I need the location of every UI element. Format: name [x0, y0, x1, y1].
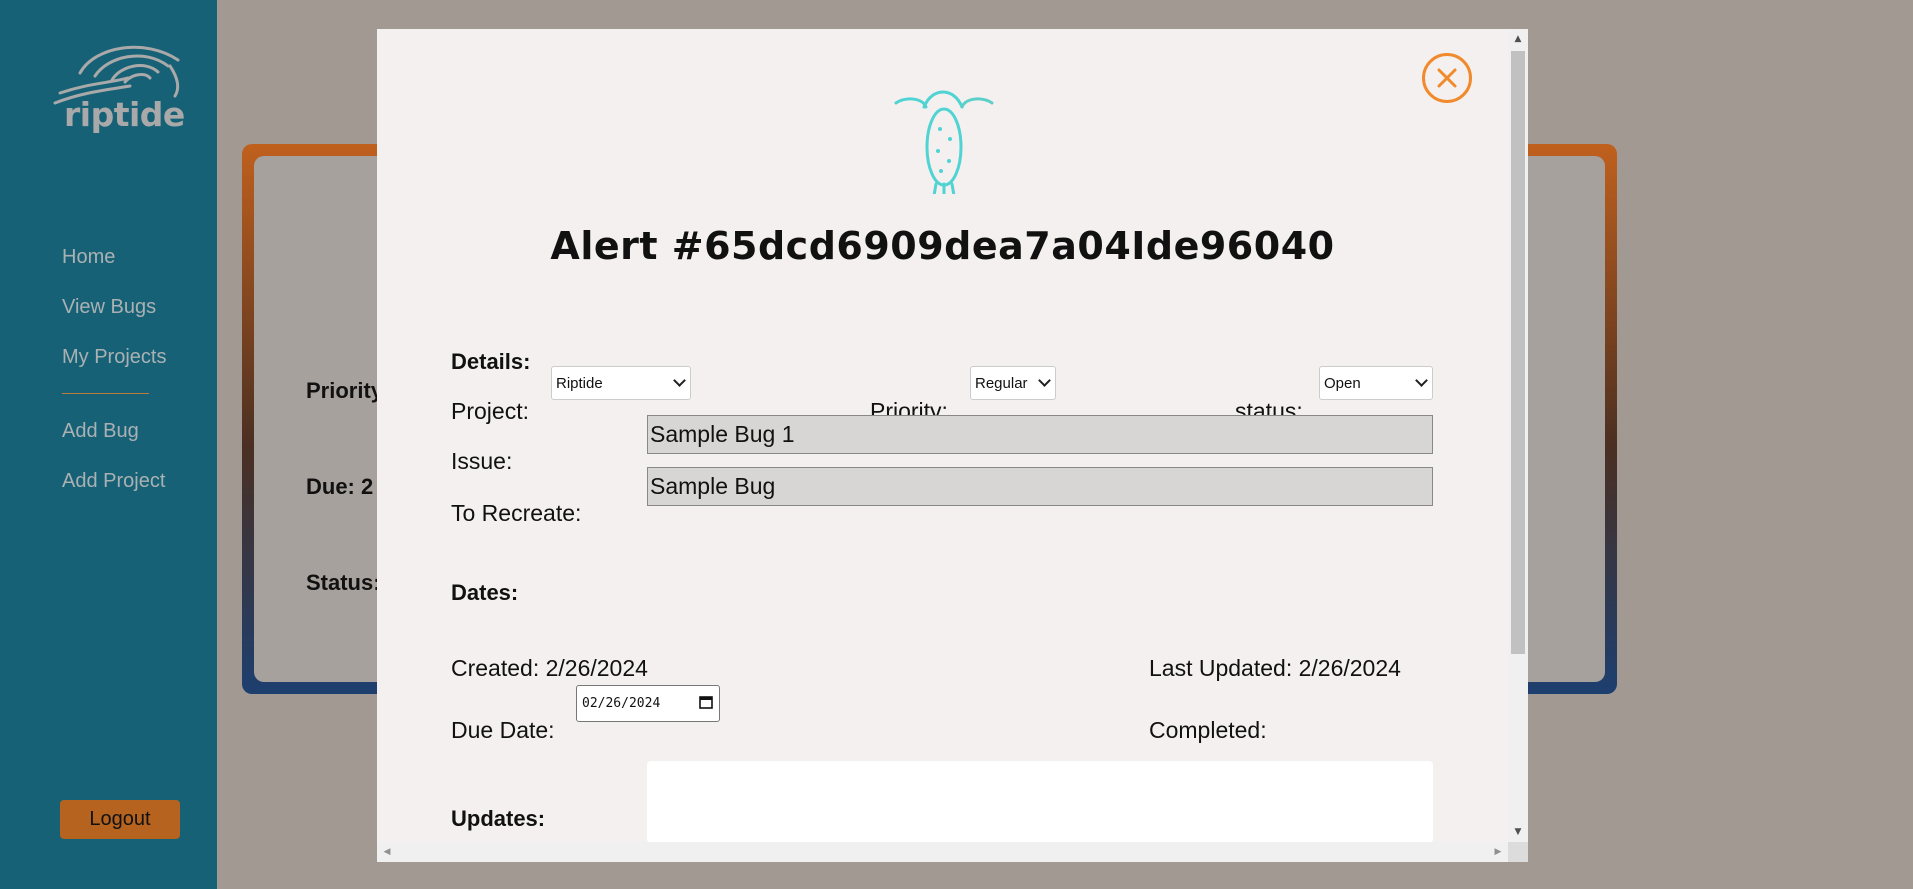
nav-my-projects[interactable]: My Projects	[62, 346, 166, 369]
created-value: 2/26/2024	[545, 655, 648, 681]
project-label: Project:	[451, 398, 529, 424]
updates-label: Updates:	[451, 806, 546, 831]
alert-title: Alert #65dcd6909dea7a04Ide96040	[550, 224, 1335, 268]
nav-view-bugs[interactable]: View Bugs	[62, 296, 156, 319]
scroll-left-icon[interactable]: ◀	[379, 842, 395, 862]
updated-label: Last Updated:	[1149, 655, 1293, 681]
updates-box[interactable]	[647, 761, 1433, 843]
issue-input[interactable]: Sample Bug 1	[647, 415, 1433, 454]
status-select-value: Open	[1324, 374, 1361, 392]
dates-label: Dates:	[451, 580, 519, 605]
scroll-right-icon[interactable]: ▶	[1490, 842, 1506, 862]
due-date-label: Due Date:	[451, 717, 555, 743]
updated-value: 2/26/2024	[1298, 655, 1401, 681]
close-icon	[1437, 68, 1457, 88]
created-label: Created:	[451, 655, 540, 681]
project-select-value: Riptide	[556, 374, 603, 392]
status-select[interactable]: Open	[1319, 366, 1433, 400]
chevron-down-icon	[1415, 374, 1428, 387]
issue-label: Issue:	[451, 448, 513, 474]
horizontal-scrollbar[interactable]: ◀ ▶	[377, 842, 1508, 862]
chevron-down-icon	[1038, 374, 1051, 387]
card-priority-label: Priority	[306, 378, 384, 403]
due-date-input[interactable]: 02/26/2024	[576, 685, 720, 722]
nav-home[interactable]: Home	[62, 246, 115, 269]
recreate-label: To Recreate:	[451, 500, 582, 526]
close-button[interactable]	[1422, 53, 1472, 103]
vertical-scrollbar[interactable]: ▲ ▼	[1508, 29, 1528, 842]
nav-divider	[62, 393, 149, 394]
nav-add-bug[interactable]: Add Bug	[62, 420, 139, 443]
vertical-scroll-thumb[interactable]	[1511, 51, 1525, 654]
logo-text: riptide	[64, 95, 185, 134]
card-due-label: Due: 2	[306, 474, 374, 499]
project-select[interactable]: Riptide	[551, 366, 691, 400]
scrollbar-corner	[1508, 842, 1528, 862]
priority-select-value: Regular	[975, 374, 1028, 392]
logout-button[interactable]: Logout	[60, 800, 180, 839]
calendar-icon[interactable]	[699, 695, 713, 709]
sidebar: riptide Home View Bugs My Projects Add B…	[0, 0, 217, 889]
recreate-input[interactable]: Sample Bug	[647, 467, 1433, 506]
nav-add-project[interactable]: Add Project	[62, 470, 165, 493]
card-status-label: Status:	[306, 570, 381, 595]
due-date-value: 02/26/2024	[582, 696, 661, 711]
scroll-down-icon[interactable]: ▼	[1508, 824, 1528, 840]
created-row: Created: 2/26/2024	[451, 655, 648, 682]
bug-icon	[894, 90, 994, 194]
details-label: Details:	[451, 349, 531, 374]
scroll-up-icon[interactable]: ▲	[1508, 31, 1528, 47]
bug-detail-modal: Alert #65dcd6909dea7a04Ide96040 Details:…	[377, 29, 1528, 862]
updated-row: Last Updated: 2/26/2024	[1149, 655, 1401, 682]
chevron-down-icon	[673, 374, 686, 387]
priority-select[interactable]: Regular	[970, 366, 1056, 400]
completed-label: Completed:	[1149, 717, 1267, 743]
